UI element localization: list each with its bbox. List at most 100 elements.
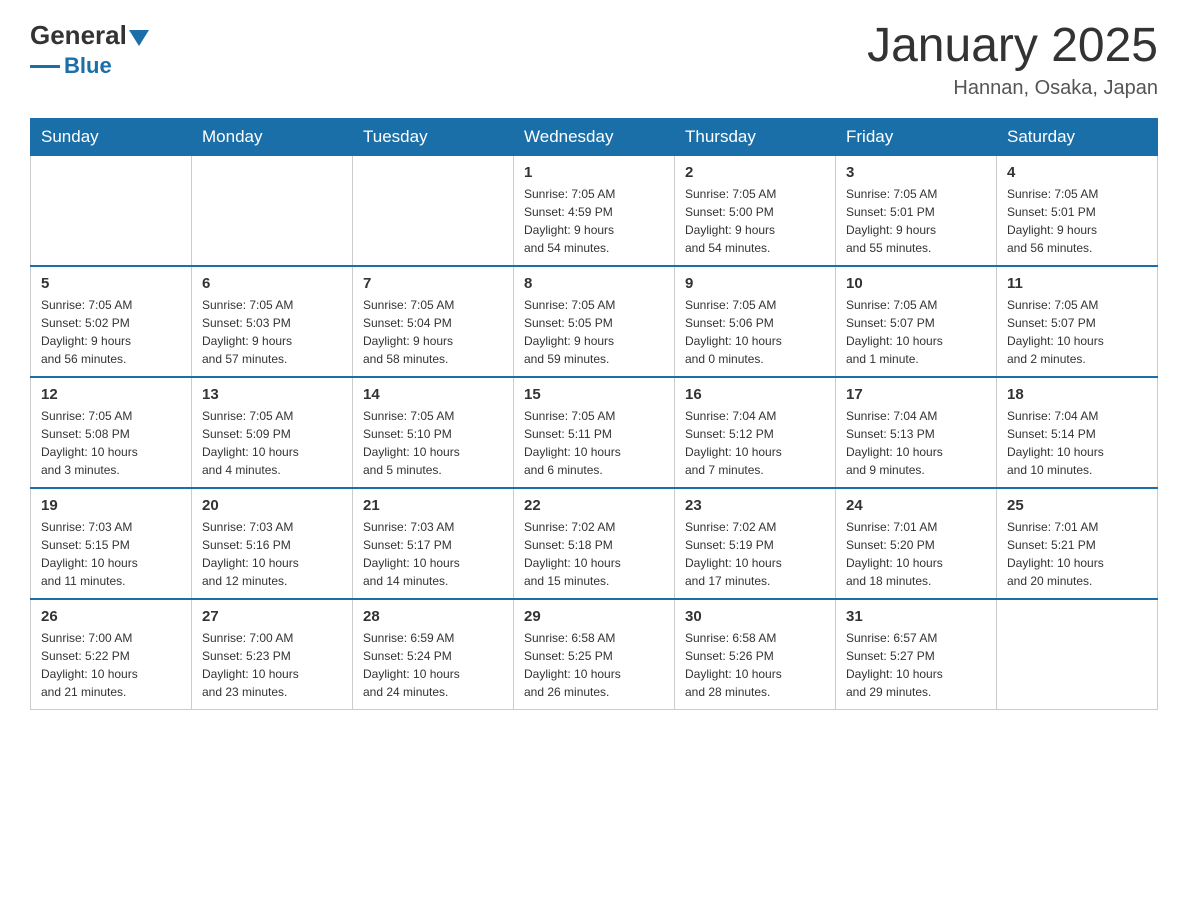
- day-number: 7: [363, 275, 503, 292]
- calendar-cell: 2Sunrise: 7:05 AM Sunset: 5:00 PM Daylig…: [675, 155, 836, 266]
- calendar-cell: 13 Sunrise: 7:05 AM Sunset: 5:09 PM Dayli…: [192, 377, 353, 488]
- day-info: Sunrise: 7:05 AM Sunset: 5:08 PM Dayligh…: [41, 407, 181, 479]
- day-number: 9: [685, 275, 825, 292]
- logo-triangle-icon: [129, 30, 149, 46]
- calendar-cell: 10 Sunrise: 7:05 AM Sunset: 5:07 PM Dayli…: [836, 266, 997, 377]
- location-title: Hannan, Osaka, Japan: [867, 77, 1158, 100]
- day-info: Sunrise: 7:05 AM Sunset: 5:07 PM Dayligh…: [1007, 296, 1147, 368]
- day-info: Sunrise: 7:04 AM Sunset: 5:14 PM Dayligh…: [1007, 407, 1147, 479]
- day-number: 29: [524, 608, 664, 625]
- calendar-cell: 26Sunrise: 7:00 AM Sunset: 5:22 PM Dayli…: [31, 599, 192, 710]
- calendar-cell: 1Sunrise: 7:05 AM Sunset: 4:59 PM Daylig…: [514, 155, 675, 266]
- day-info: Sunrise: 7:01 AM Sunset: 5:21 PM Dayligh…: [1007, 518, 1147, 590]
- weekday-header-row: SundayMondayTuesdayWednesdayThursdayFrid…: [31, 118, 1158, 155]
- calendar-cell: 25Sunrise: 7:01 AM Sunset: 5:21 PM Dayli…: [997, 488, 1158, 599]
- day-number: 10: [846, 275, 986, 292]
- day-number: 21: [363, 497, 503, 514]
- day-number: 17: [846, 386, 986, 403]
- calendar-cell: 16Sunrise: 7:04 AM Sunset: 5:12 PM Dayli…: [675, 377, 836, 488]
- day-number: 28: [363, 608, 503, 625]
- calendar-cell: 12 Sunrise: 7:05 AM Sunset: 5:08 PM Dayli…: [31, 377, 192, 488]
- title-section: January 2025 Hannan, Osaka, Japan: [867, 20, 1158, 100]
- weekday-header-tuesday: Tuesday: [353, 118, 514, 155]
- week-row-5: 26Sunrise: 7:00 AM Sunset: 5:22 PM Dayli…: [31, 599, 1158, 710]
- calendar-cell: 30Sunrise: 6:58 AM Sunset: 5:26 PM Dayli…: [675, 599, 836, 710]
- day-number: 24: [846, 497, 986, 514]
- calendar-cell: 6Sunrise: 7:05 AM Sunset: 5:03 PM Daylig…: [192, 266, 353, 377]
- logo: General Blue: [30, 20, 149, 79]
- page-header: General Blue January 2025 Hannan, Osaka,…: [30, 20, 1158, 100]
- day-info: Sunrise: 7:02 AM Sunset: 5:18 PM Dayligh…: [524, 518, 664, 590]
- week-row-2: 5 Sunrise: 7:05 AM Sunset: 5:02 PM Daylig…: [31, 266, 1158, 377]
- weekday-header-saturday: Saturday: [997, 118, 1158, 155]
- day-info: Sunrise: 7:05 AM Sunset: 5:05 PM Dayligh…: [524, 296, 664, 368]
- day-info: Sunrise: 7:01 AM Sunset: 5:20 PM Dayligh…: [846, 518, 986, 590]
- day-number: 19: [41, 497, 181, 514]
- day-number: 12: [41, 386, 181, 403]
- day-number: 4: [1007, 164, 1147, 181]
- day-number: 2: [685, 164, 825, 181]
- calendar-cell: 23Sunrise: 7:02 AM Sunset: 5:19 PM Dayli…: [675, 488, 836, 599]
- calendar-cell: 20 Sunrise: 7:03 AM Sunset: 5:16 PM Dayli…: [192, 488, 353, 599]
- calendar-cell: 19Sunrise: 7:03 AM Sunset: 5:15 PM Dayli…: [31, 488, 192, 599]
- day-number: 18: [1007, 386, 1147, 403]
- calendar-cell: [31, 155, 192, 266]
- calendar-cell: 11Sunrise: 7:05 AM Sunset: 5:07 PM Dayli…: [997, 266, 1158, 377]
- calendar-cell: 28 Sunrise: 6:59 AM Sunset: 5:24 PM Dayli…: [353, 599, 514, 710]
- day-info: Sunrise: 7:05 AM Sunset: 5:06 PM Dayligh…: [685, 296, 825, 368]
- calendar-table: SundayMondayTuesdayWednesdayThursdayFrid…: [30, 118, 1158, 710]
- day-number: 20: [202, 497, 342, 514]
- calendar-cell: [353, 155, 514, 266]
- calendar-cell: [997, 599, 1158, 710]
- day-number: 13: [202, 386, 342, 403]
- calendar-cell: 17 Sunrise: 7:04 AM Sunset: 5:13 PM Dayli…: [836, 377, 997, 488]
- weekday-header-thursday: Thursday: [675, 118, 836, 155]
- week-row-1: 1Sunrise: 7:05 AM Sunset: 4:59 PM Daylig…: [31, 155, 1158, 266]
- day-info: Sunrise: 7:05 AM Sunset: 5:01 PM Dayligh…: [846, 185, 986, 257]
- day-info: Sunrise: 6:59 AM Sunset: 5:24 PM Dayligh…: [363, 629, 503, 701]
- day-info: Sunrise: 7:03 AM Sunset: 5:16 PM Dayligh…: [202, 518, 342, 590]
- day-info: Sunrise: 7:05 AM Sunset: 5:01 PM Dayligh…: [1007, 185, 1147, 257]
- calendar-cell: 24 Sunrise: 7:01 AM Sunset: 5:20 PM Dayli…: [836, 488, 997, 599]
- day-info: Sunrise: 6:57 AM Sunset: 5:27 PM Dayligh…: [846, 629, 986, 701]
- calendar-cell: 5 Sunrise: 7:05 AM Sunset: 5:02 PM Daylig…: [31, 266, 192, 377]
- day-info: Sunrise: 7:05 AM Sunset: 5:07 PM Dayligh…: [846, 296, 986, 368]
- day-number: 27: [202, 608, 342, 625]
- day-info: Sunrise: 7:05 AM Sunset: 4:59 PM Dayligh…: [524, 185, 664, 257]
- day-info: Sunrise: 7:03 AM Sunset: 5:17 PM Dayligh…: [363, 518, 503, 590]
- calendar-cell: 3 Sunrise: 7:05 AM Sunset: 5:01 PM Daylig…: [836, 155, 997, 266]
- day-info: Sunrise: 7:05 AM Sunset: 5:04 PM Dayligh…: [363, 296, 503, 368]
- day-number: 22: [524, 497, 664, 514]
- day-number: 5: [41, 275, 181, 292]
- calendar-cell: [192, 155, 353, 266]
- day-number: 26: [41, 608, 181, 625]
- day-number: 14: [363, 386, 503, 403]
- day-info: Sunrise: 7:05 AM Sunset: 5:11 PM Dayligh…: [524, 407, 664, 479]
- calendar-cell: 8 Sunrise: 7:05 AM Sunset: 5:05 PM Daylig…: [514, 266, 675, 377]
- calendar-cell: 7 Sunrise: 7:05 AM Sunset: 5:04 PM Daylig…: [353, 266, 514, 377]
- calendar-cell: 21 Sunrise: 7:03 AM Sunset: 5:17 PM Dayli…: [353, 488, 514, 599]
- day-number: 6: [202, 275, 342, 292]
- day-info: Sunrise: 7:04 AM Sunset: 5:12 PM Dayligh…: [685, 407, 825, 479]
- weekday-header-wednesday: Wednesday: [514, 118, 675, 155]
- day-number: 15: [524, 386, 664, 403]
- calendar-cell: 15 Sunrise: 7:05 AM Sunset: 5:11 PM Dayli…: [514, 377, 675, 488]
- logo-text: General: [30, 20, 149, 51]
- day-info: Sunrise: 7:00 AM Sunset: 5:23 PM Dayligh…: [202, 629, 342, 701]
- calendar-cell: 9 Sunrise: 7:05 AM Sunset: 5:06 PM Daylig…: [675, 266, 836, 377]
- day-info: Sunrise: 7:05 AM Sunset: 5:09 PM Dayligh…: [202, 407, 342, 479]
- day-number: 8: [524, 275, 664, 292]
- day-info: Sunrise: 7:04 AM Sunset: 5:13 PM Dayligh…: [846, 407, 986, 479]
- weekday-header-sunday: Sunday: [31, 118, 192, 155]
- calendar-cell: 4 Sunrise: 7:05 AM Sunset: 5:01 PM Daylig…: [997, 155, 1158, 266]
- calendar-cell: 31Sunrise: 6:57 AM Sunset: 5:27 PM Dayli…: [836, 599, 997, 710]
- day-number: 3: [846, 164, 986, 181]
- calendar-cell: 22 Sunrise: 7:02 AM Sunset: 5:18 PM Dayli…: [514, 488, 675, 599]
- day-info: Sunrise: 7:05 AM Sunset: 5:02 PM Dayligh…: [41, 296, 181, 368]
- day-number: 30: [685, 608, 825, 625]
- calendar-cell: 27 Sunrise: 7:00 AM Sunset: 5:23 PM Dayli…: [192, 599, 353, 710]
- week-row-3: 12 Sunrise: 7:05 AM Sunset: 5:08 PM Dayli…: [31, 377, 1158, 488]
- weekday-header-friday: Friday: [836, 118, 997, 155]
- calendar-cell: 18 Sunrise: 7:04 AM Sunset: 5:14 PM Dayli…: [997, 377, 1158, 488]
- week-row-4: 19Sunrise: 7:03 AM Sunset: 5:15 PM Dayli…: [31, 488, 1158, 599]
